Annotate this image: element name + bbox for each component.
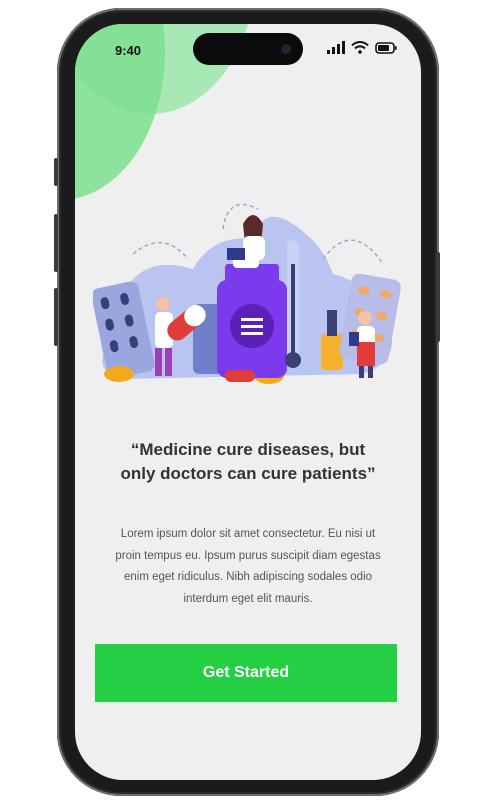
status-time: 9:40 [115, 43, 142, 58]
get-started-button[interactable]: Get Started [95, 644, 397, 702]
signal-icon [327, 41, 345, 54]
silent-switch [54, 158, 58, 186]
quote-heading: “Medicine cure diseases, but only doctor… [95, 438, 401, 486]
onboarding-screen: 9:40 “Medicine cure diseases, but only d… [75, 24, 421, 780]
doctors-medicine-illustration [93, 203, 401, 384]
dynamic-island [193, 33, 303, 65]
description-text: Lorem ipsum dolor sit amet consectetur. … [115, 528, 381, 605]
volume-down-button [54, 288, 58, 346]
volume-up-button [54, 214, 58, 272]
battery-icon [375, 42, 397, 54]
quote-line-2: only doctors can cure patients” [120, 464, 376, 483]
quote-line-1: “Medicine cure diseases, but [130, 440, 366, 459]
status-icons [327, 41, 397, 54]
power-button [436, 252, 440, 342]
wifi-icon [351, 41, 369, 54]
